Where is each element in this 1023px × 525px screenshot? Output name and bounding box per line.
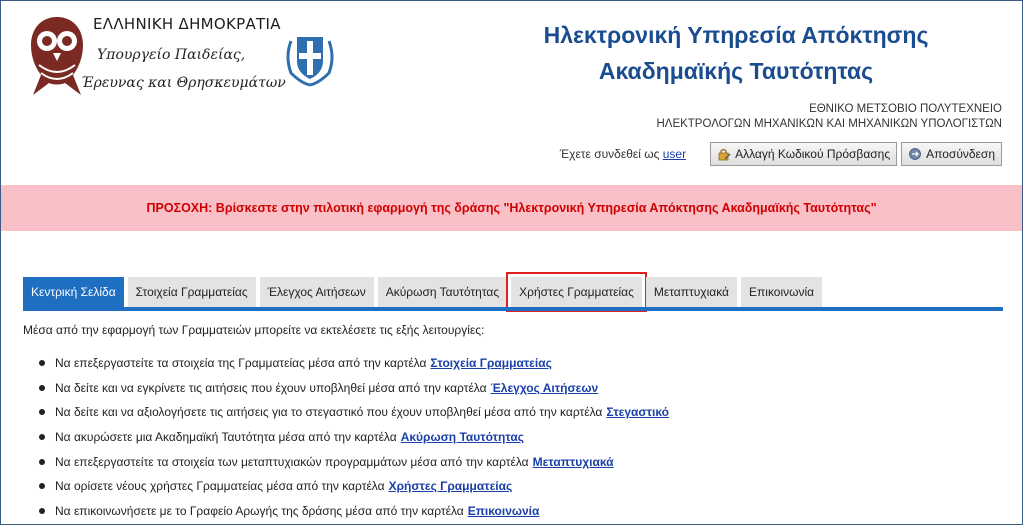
bullet-icon <box>39 434 45 441</box>
pilot-warning-text: ΠΡΟΣΟΧΗ: Βρίσκεστε στην πιλοτική εφαρμογ… <box>146 201 877 215</box>
change-password-label: Αλλαγή Κωδικού Πρόσβασης <box>735 147 891 161</box>
link-applications-review[interactable]: Έλεγχος Αιτήσεων <box>491 381 599 395</box>
feature-list: Να επεξεργαστείτε τα στοιχεία της Γραμμα… <box>39 351 669 523</box>
list-item: Να επεξεργαστείτε τα στοιχεία της Γραμμα… <box>39 351 669 376</box>
ministry-name-line1: Υπουργείο Παιδείας, <box>97 47 246 63</box>
site-title-line1: Ηλεκτρονική Υπηρεσία Απόκτησης <box>543 22 929 48</box>
tab-home[interactable]: Κεντρική Σελίδα <box>23 277 124 307</box>
logged-in-status: Έχετε συνδεθεί ως user <box>560 147 686 161</box>
link-secretariat-details[interactable]: Στοιχεία Γραμματείας <box>430 356 551 370</box>
list-item: Να επεξεργαστείτε τα στοιχεία των μεταπτ… <box>39 449 669 474</box>
bullet-icon <box>39 483 45 490</box>
list-item-text: Να επικοινωνήσετε με το Γραφείο Αρωγής τ… <box>55 503 464 518</box>
list-item: Να ακυρώσετε μια Ακαδημαϊκή Ταυτότητα μέ… <box>39 425 669 450</box>
tab-underline <box>23 307 1003 311</box>
pilot-warning-banner: ΠΡΟΣΟΧΗ: Βρίσκεστε στην πιλοτική εφαρμογ… <box>1 185 1022 231</box>
list-item-text: Να επεξεργαστείτε τα στοιχεία των μεταπτ… <box>55 454 529 469</box>
greek-emblem-icon <box>286 37 334 87</box>
link-postgraduate[interactable]: Μεταπτυχιακά <box>533 455 614 469</box>
department-name: ΗΛΕΚΤΡΟΛΟΓΩΝ ΜΗΧΑΝΙΚΩΝ ΚΑΙ ΜΗΧΑΝΙΚΩΝ ΥΠΟ… <box>656 118 1002 130</box>
list-item: Να ορίσετε νέους χρήστες Γραμματείας μέσ… <box>39 474 669 499</box>
bullet-icon <box>39 409 45 416</box>
list-item-text: Να δείτε και να αξιολογήσετε τις αιτήσει… <box>55 405 603 420</box>
site-title: Ηλεκτρονική Υπηρεσία Απόκτησης Ακαδημαϊκ… <box>521 17 951 89</box>
tab-secretariat-details[interactable]: Στοιχεία Γραμματείας <box>127 277 256 307</box>
user-bar: Έχετε συνδεθεί ως user Αλλαγή Κωδικού Πρ… <box>560 142 1002 166</box>
logged-in-label: Έχετε συνδεθεί ως <box>559 147 660 161</box>
link-contact[interactable]: Επικοινωνία <box>468 504 540 518</box>
intro-text: Μέσα από την εφαρμογή των Γραμματειών μπ… <box>23 323 485 337</box>
tab-applications-review[interactable]: Έλεγχος Αιτήσεων <box>259 277 374 307</box>
main-tabs: Κεντρική Σελίδα Στοιχεία Γραμματείας Έλε… <box>23 272 823 312</box>
list-item: Να δείτε και να εγκρίνετε τις αιτήσεις π… <box>39 376 669 401</box>
lock-edit-icon <box>718 148 731 161</box>
list-item: Να επικοινωνήσετε με το Γραφείο Αρωγής τ… <box>39 499 669 524</box>
list-item-text: Να ακυρώσετε μια Ακαδημαϊκή Ταυτότητα μέ… <box>55 430 397 445</box>
ministry-logo: ΕΛΛΗΝΙΚΗ ΔΗΜΟΚΡΑΤΙΑ Υπουργείο Παιδείας, … <box>23 13 353 103</box>
tab-id-cancellation[interactable]: Ακύρωση Ταυτότητας <box>377 277 508 307</box>
list-item-text: Να ορίσετε νέους χρήστες Γραμματείας μέσ… <box>55 479 385 494</box>
ministry-country: ΕΛΛΗΝΙΚΗ ΔΗΜΟΚΡΑΤΙΑ <box>93 15 281 33</box>
list-item-text: Να δείτε και να εγκρίνετε τις αιτήσεις π… <box>55 380 487 395</box>
username-link[interactable]: user <box>663 147 686 161</box>
logout-icon <box>909 148 922 160</box>
logout-label: Αποσύνδεση <box>926 147 995 161</box>
tab-secretariat-users[interactable]: Χρήστες Γραμματείας <box>506 272 647 312</box>
bullet-icon <box>39 507 45 514</box>
bullet-icon <box>39 458 45 465</box>
link-id-cancellation[interactable]: Ακύρωση Ταυτότητας <box>401 430 524 444</box>
bullet-icon <box>39 384 45 391</box>
link-housing[interactable]: Στεγαστικό <box>606 405 669 419</box>
logout-button[interactable]: Αποσύνδεση <box>901 142 1002 166</box>
link-secretariat-users[interactable]: Χρήστες Γραμματείας <box>389 479 513 493</box>
site-title-line2: Ακαδημαϊκής Ταυτότητας <box>598 58 874 84</box>
tab-postgraduate[interactable]: Μεταπτυχιακά <box>645 277 737 307</box>
institution-name: ΕΘΝΙΚΟ ΜΕΤΣΟΒΙΟ ΠΟΛΥΤΕΧΝΕΙΟ <box>809 103 1002 115</box>
list-item: Να δείτε και να αξιολογήσετε τις αιτήσει… <box>39 400 669 425</box>
change-password-button[interactable]: Αλλαγή Κωδικού Πρόσβασης <box>710 142 898 166</box>
bullet-icon <box>39 360 45 367</box>
tab-contact[interactable]: Επικοινωνία <box>741 277 823 307</box>
list-item-text: Να επεξεργαστείτε τα στοιχεία της Γραμμα… <box>55 356 427 371</box>
page-frame: ΕΛΛΗΝΙΚΗ ΔΗΜΟΚΡΑΤΙΑ Υπουργείο Παιδείας, … <box>0 0 1023 525</box>
ministry-name-line2: Έρευνας και Θρησκευμάτων <box>81 75 286 91</box>
